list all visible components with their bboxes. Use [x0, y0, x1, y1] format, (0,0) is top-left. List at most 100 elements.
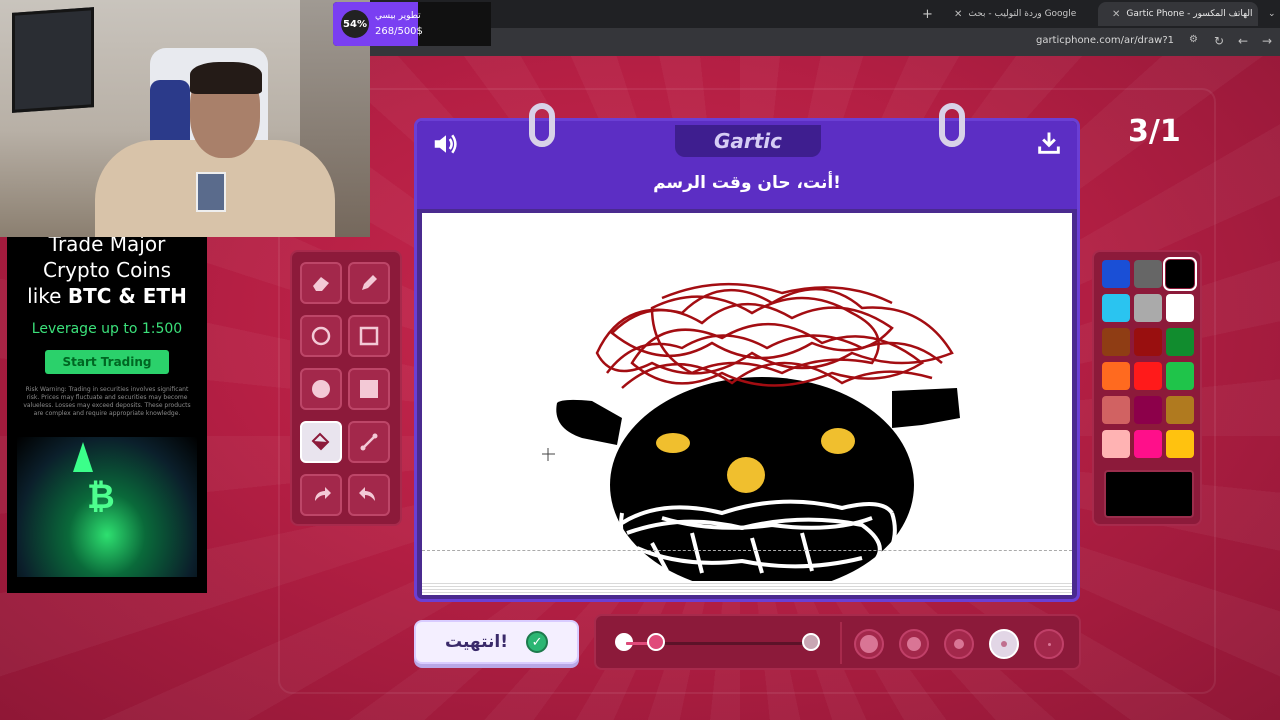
- tab-title: Gartic Phone - الهاتف المكسور: [1126, 9, 1253, 19]
- brush-size-xl[interactable]: [854, 629, 884, 659]
- drawing-eye-left: [656, 433, 690, 453]
- crosshair-cursor: [542, 448, 555, 461]
- color-swatch[interactable]: [1166, 328, 1194, 356]
- donation-percent: 54%: [341, 10, 369, 38]
- notebook-ring-left: [529, 103, 555, 147]
- draw-prompt: أنت، حان وقت الرسم!: [653, 173, 841, 193]
- color-swatch[interactable]: [1163, 257, 1197, 291]
- line-icon: [360, 433, 378, 451]
- forward-icon[interactable]: ←: [1238, 34, 1248, 48]
- brush-size-dot: [1001, 641, 1007, 647]
- canvas-guide-line: [422, 550, 1072, 551]
- opacity-slider-handle[interactable]: [646, 633, 665, 651]
- download-button[interactable]: [1035, 129, 1063, 161]
- tool-panel: [290, 250, 402, 526]
- url-field[interactable]: garticphone.com/ar/draw?1: [1036, 35, 1174, 46]
- close-tab-icon[interactable]: ✕: [954, 9, 962, 20]
- color-swatch[interactable]: [1102, 396, 1130, 424]
- color-swatch[interactable]: [1166, 294, 1194, 322]
- start-trading-button[interactable]: Start Trading: [45, 350, 169, 374]
- square-filled-icon: [360, 380, 378, 398]
- undo-icon: [315, 487, 331, 501]
- tab-google-search[interactable]: ✕ وردة التوليب - بحث Google: [940, 2, 1090, 26]
- brush-size-dot: [954, 639, 964, 649]
- brush-size-m[interactable]: [944, 629, 974, 659]
- donation-title: تطوير بيسي: [375, 11, 421, 21]
- color-swatch[interactable]: [1166, 396, 1194, 424]
- brush-size-s[interactable]: [989, 629, 1019, 659]
- drawing-notebook: Gartic أنت، حان وقت الرسم!: [414, 103, 1080, 602]
- finish-button[interactable]: انتهيت! ✓: [414, 620, 579, 664]
- color-swatch[interactable]: [1134, 294, 1162, 322]
- brush-size-xs[interactable]: [1034, 629, 1064, 659]
- opacity-max-icon: [802, 633, 820, 651]
- square-filled-tool[interactable]: [348, 368, 390, 410]
- ad-line-3-bold: BTC & ETH: [67, 284, 187, 308]
- circle-outline-tool[interactable]: [300, 315, 342, 357]
- circle-filled-icon: [312, 380, 330, 398]
- brush-size-dot: [1047, 642, 1051, 646]
- finish-label: انتهيت!: [444, 632, 509, 652]
- redo-icon: [359, 487, 375, 501]
- color-swatch[interactable]: [1166, 430, 1194, 458]
- color-swatch[interactable]: [1102, 328, 1130, 356]
- color-palette: [1092, 250, 1202, 526]
- drawing-ear-left: [556, 399, 622, 445]
- color-swatch[interactable]: [1102, 362, 1130, 390]
- tab-search-icon[interactable]: ⌄: [1260, 2, 1280, 26]
- notebook-header: Gartic أنت، حان وقت الرسم!: [417, 121, 1077, 209]
- color-swatch[interactable]: [1134, 362, 1162, 390]
- color-swatch[interactable]: [1102, 260, 1130, 288]
- current-color-preview: [1104, 470, 1194, 518]
- back-icon[interactable]: →: [1262, 34, 1272, 48]
- color-swatch[interactable]: [1134, 396, 1162, 424]
- circle-filled-tool[interactable]: [300, 368, 342, 410]
- drawing-eye-right: [821, 428, 855, 454]
- color-swatch[interactable]: [1102, 430, 1130, 458]
- color-swatch[interactable]: [1134, 430, 1162, 458]
- ad-line-1: Trade Major: [48, 237, 166, 256]
- brush-size-dot: [907, 637, 921, 651]
- color-swatch[interactable]: [1102, 294, 1130, 322]
- paint-bucket-icon: [311, 432, 330, 451]
- drawing-nose: [727, 457, 765, 493]
- drawing-canvas[interactable]: [422, 213, 1072, 581]
- ad-risk-warning: Risk Warning: Trading in securities invo…: [23, 386, 191, 417]
- color-swatch[interactable]: [1134, 328, 1162, 356]
- reload-icon[interactable]: ↻: [1214, 34, 1224, 48]
- tab-gartic[interactable]: ✕ Gartic Phone - الهاتف المكسور: [1098, 2, 1258, 26]
- crypto-ad[interactable]: Trade Major Crypto Coins like BTC & ETH …: [7, 237, 207, 593]
- ad-line-3: like BTC & ETH: [7, 283, 207, 309]
- notebook-ring-right: [939, 103, 965, 147]
- ethereum-icon: [73, 442, 93, 472]
- webcam-overlay: [0, 0, 370, 237]
- notebook-pages: [422, 581, 1072, 595]
- pencil-tool[interactable]: [348, 262, 390, 304]
- line-tool[interactable]: [348, 421, 390, 463]
- round-counter: 3/1: [1128, 114, 1181, 149]
- color-swatch[interactable]: [1166, 362, 1194, 390]
- brush-settings: [594, 614, 1081, 670]
- brush-settings-divider: [840, 622, 842, 664]
- gartic-logo: Gartic: [675, 125, 821, 157]
- new-tab-button[interactable]: +: [914, 2, 938, 26]
- webcam-shirt-print: [196, 172, 226, 212]
- webcam-tv: [12, 7, 94, 113]
- square-outline-tool[interactable]: [348, 315, 390, 357]
- color-swatch[interactable]: [1134, 260, 1162, 288]
- eraser-tool[interactable]: [300, 262, 342, 304]
- checkmark-icon: ✓: [526, 631, 549, 653]
- square-outline-icon: [359, 326, 379, 346]
- fill-tool[interactable]: [300, 421, 342, 463]
- speaker-icon: [434, 134, 457, 154]
- brush-size-l[interactable]: [899, 629, 929, 659]
- tab-title: وردة التوليب - بحث Google: [968, 9, 1077, 19]
- sound-toggle[interactable]: [431, 129, 461, 163]
- site-settings-icon[interactable]: ⚙: [1189, 34, 1198, 45]
- donation-amount: 268/500$: [375, 26, 423, 37]
- redo-tool[interactable]: [348, 474, 390, 516]
- undo-tool[interactable]: [300, 474, 342, 516]
- brush-size-dot: [860, 635, 878, 653]
- circle-outline-icon: [311, 326, 331, 346]
- close-tab-icon[interactable]: ✕: [1112, 9, 1120, 20]
